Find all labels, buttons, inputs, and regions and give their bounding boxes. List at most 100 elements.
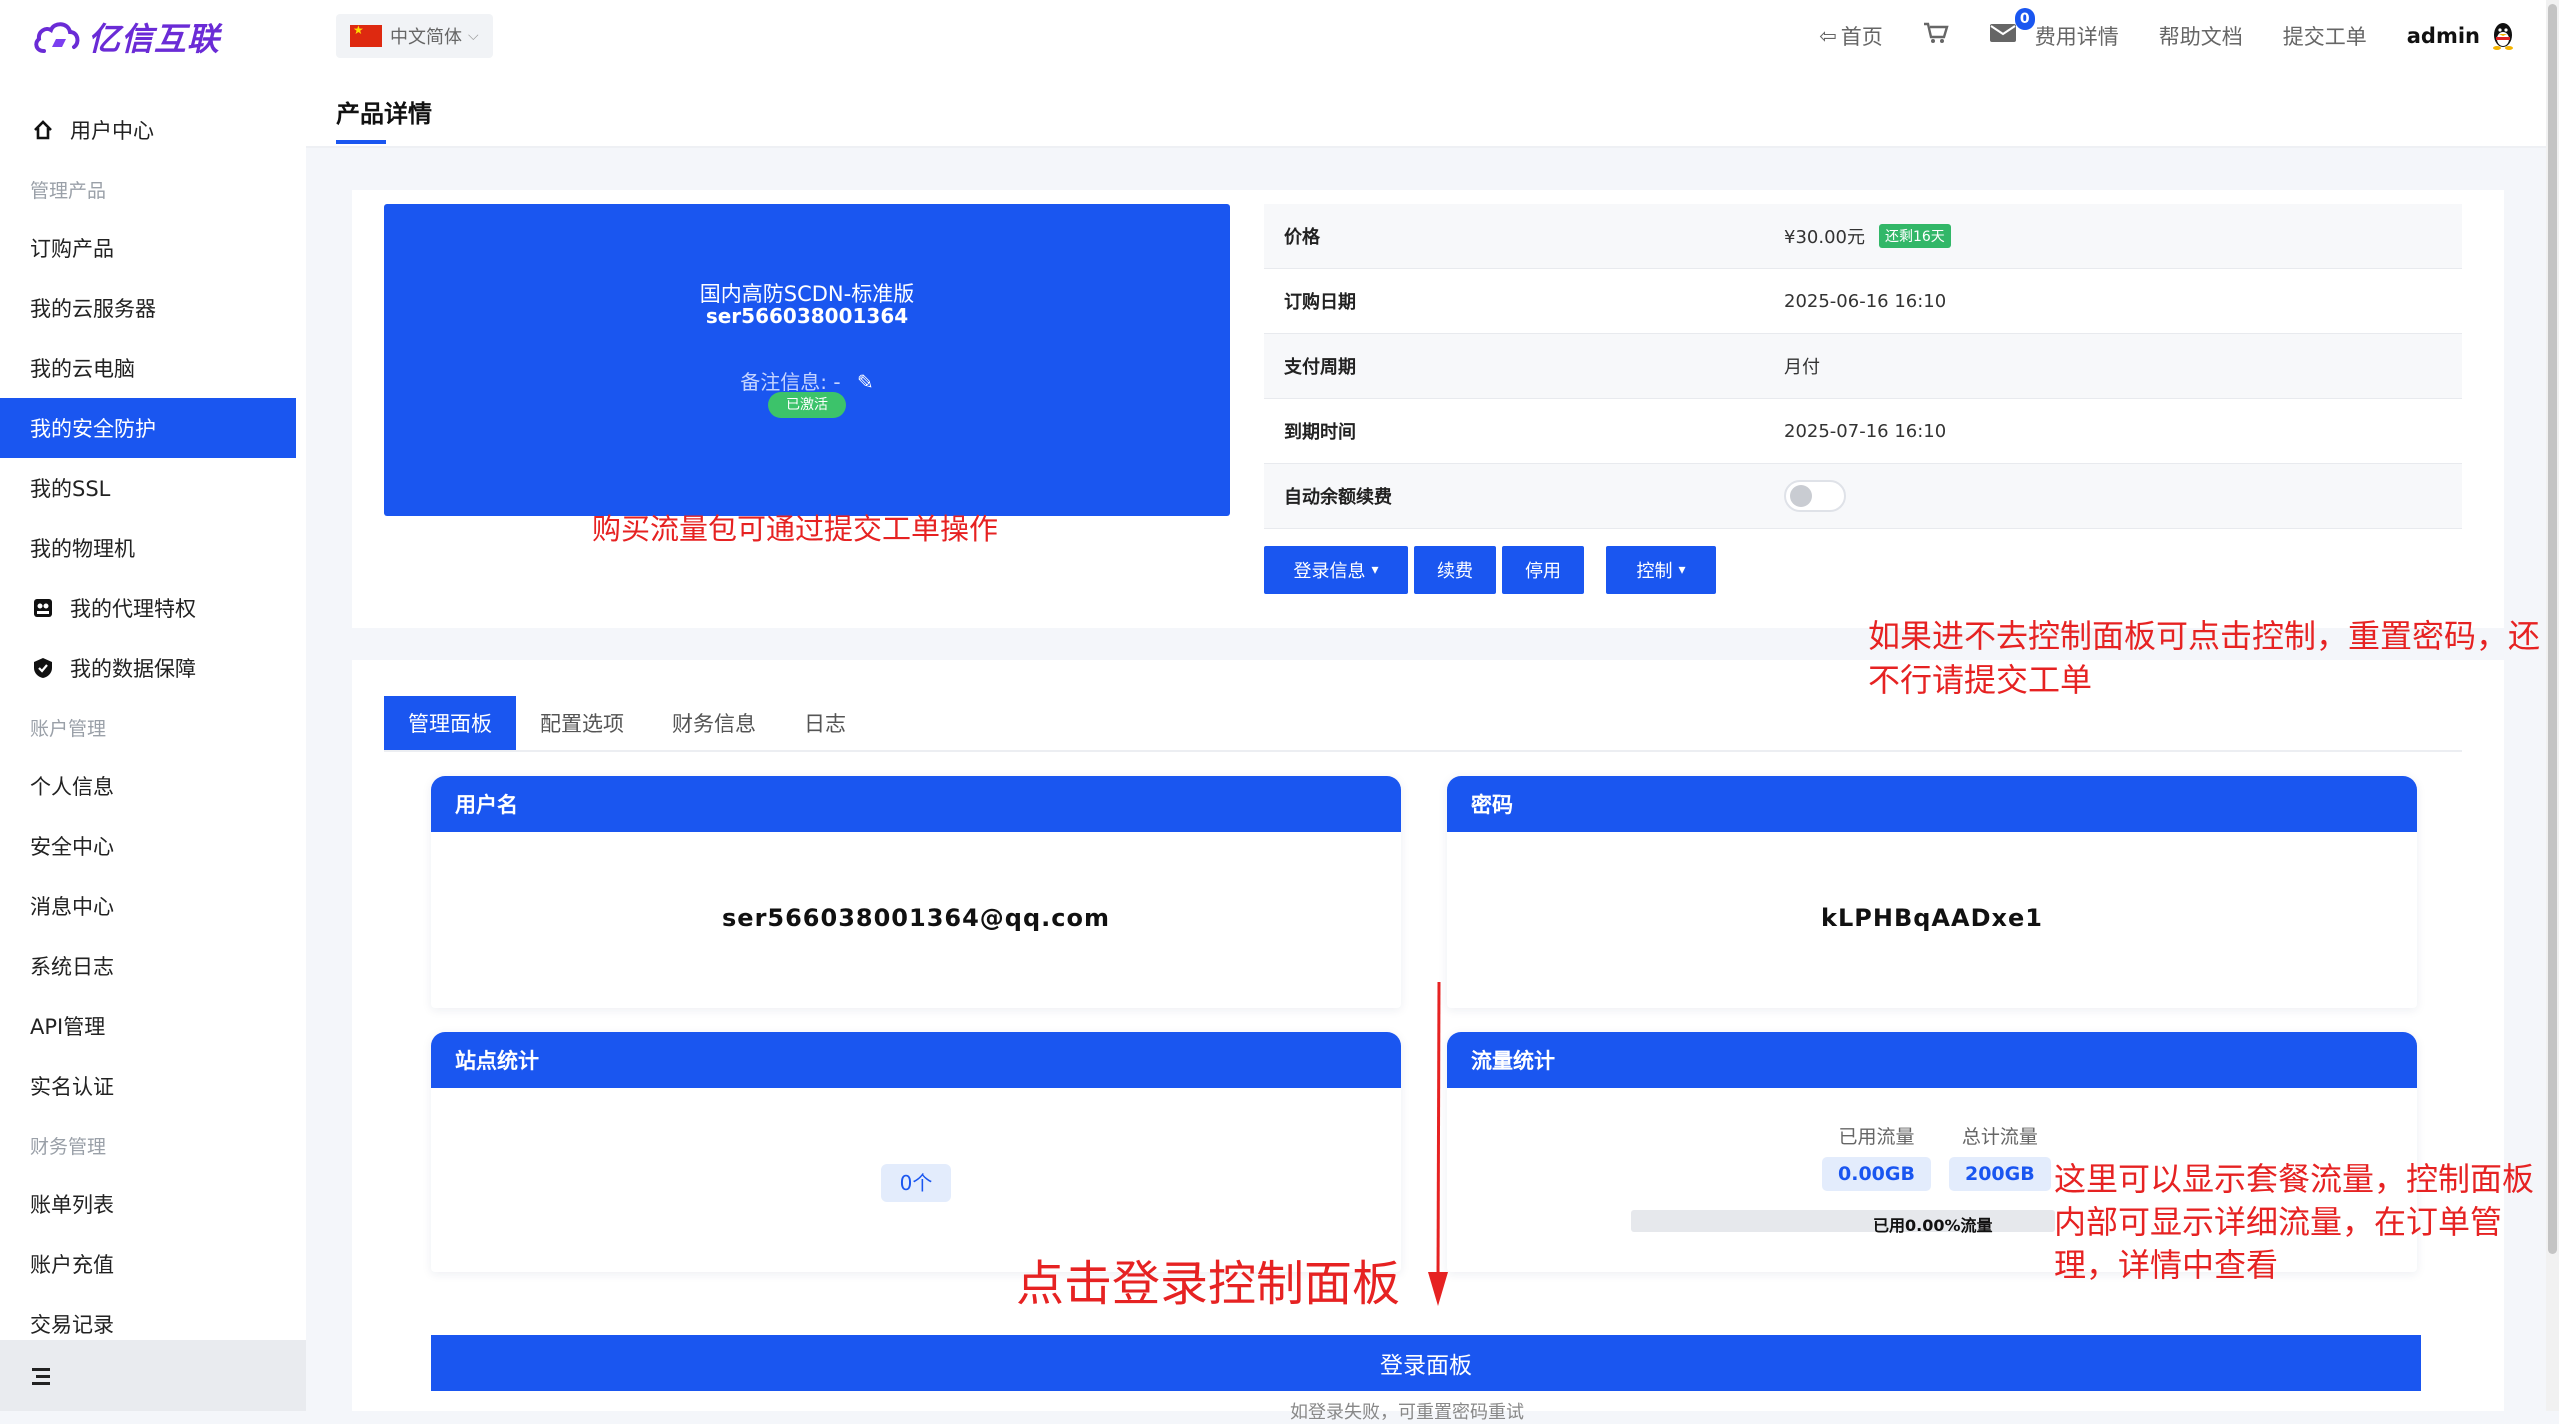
tab-logs[interactable]: 日志 [780, 696, 870, 750]
qq-penguin-icon [2493, 23, 2513, 50]
page-title: 产品详情 [336, 100, 432, 128]
annotation-arrow-icon [1428, 981, 1448, 1306]
sidebar-group-finance: 财务管理 [30, 1135, 107, 1158]
used-traffic-value: 0.00GB [1822, 1157, 1931, 1191]
nav-home-label: 首页 [1840, 25, 1883, 49]
autorenew-value [1784, 480, 1846, 512]
used-traffic-label: 已用流量 [1838, 1126, 1915, 1148]
brand-logo[interactable]: 亿信互联 [32, 6, 220, 68]
nav-billing[interactable]: 费用详情 [2035, 21, 2119, 51]
remaining-days-badge: 还剩16天 [1878, 224, 1951, 248]
price: ¥30.00元 [1784, 227, 1865, 248]
disable-button[interactable]: 停用 [1502, 546, 1584, 594]
menu-collapse-icon [32, 1367, 50, 1385]
sidebar-item-verification[interactable]: 实名认证 [0, 1056, 306, 1116]
annotation-traffic-help: 这里可以显示套餐流量，控制面板内部可显示详细流量，在订单管理，详情中查看 [2054, 1160, 2535, 1284]
info-row-price: 价格 ¥30.00元 还剩16天 [1264, 204, 2462, 269]
sidebar-item-agent-privileges[interactable]: 我的代理特权 [0, 578, 306, 638]
chevron-down-icon: ⌵ [468, 28, 479, 44]
sidebar: 亿信互联 用户中心 管理产品 订购产品 我的云服务器 我的云电脑 我的安全防护 … [0, 0, 306, 1411]
sidebar-item-user-center[interactable]: 用户中心 [0, 100, 306, 160]
autorenew-label: 自动余额续费 [1284, 487, 1392, 508]
back-arrow-icon: ⇦ [1819, 24, 1837, 48]
login-panel-button[interactable]: 登录面板 [431, 1335, 2421, 1391]
nav-home[interactable]: ⇦ 首页 [1819, 21, 1883, 51]
info-row-order-date: 订购日期 2025-06-16 16:10 [1264, 269, 2462, 334]
agent-icon [30, 595, 56, 621]
nav-ticket[interactable]: 提交工单 [2283, 21, 2367, 51]
tab-management-panel[interactable]: 管理面板 [384, 696, 516, 750]
sidebar-item-label: 我的数据保障 [70, 657, 196, 681]
password-panel-title: 密码 [1447, 776, 2417, 832]
status-badge: 已激活 [768, 392, 846, 418]
edit-pencil-icon[interactable]: ✎ [857, 370, 874, 394]
sidebar-item-security-center[interactable]: 安全中心 [0, 816, 306, 876]
sidebar-item-label: 用户中心 [70, 119, 154, 143]
password-value[interactable]: kLPHBqAADxe1 [1447, 904, 2417, 932]
china-flag-icon [350, 23, 382, 47]
sidebar-menu: 用户中心 管理产品 订购产品 我的云服务器 我的云电脑 我的安全防护 我的SSL… [0, 100, 306, 1354]
login-info-button[interactable]: 登录信息 ▾ [1264, 546, 1408, 594]
info-row-autorenew: 自动余额续费 [1264, 464, 2462, 529]
control-button[interactable]: 控制 ▾ [1606, 546, 1716, 594]
sidebar-item-physical-machines[interactable]: 我的物理机 [0, 518, 306, 578]
mail-button[interactable]: 0 [1989, 8, 2035, 50]
username-value[interactable]: ser566038001364@qq.com [431, 904, 1401, 932]
sidebar-group-products: 管理产品 [30, 179, 107, 202]
language-label: 中文简体 [390, 27, 462, 48]
login-hint: 如登录失败，可重置密码重试 [1290, 1402, 1524, 1423]
price-label: 价格 [1284, 227, 1320, 248]
sidebar-item-cloud-servers[interactable]: 我的云服务器 [0, 278, 306, 338]
sidebar-item-bills[interactable]: 账单列表 [0, 1174, 306, 1234]
site-count: 0个 [881, 1164, 951, 1202]
sidebar-item-order-products[interactable]: 订购产品 [0, 218, 306, 278]
sidebar-collapse-button[interactable] [0, 1340, 306, 1411]
order-date-label: 订购日期 [1284, 292, 1356, 313]
cycle-label: 支付周期 [1284, 357, 1356, 378]
expire-value: 2025-07-16 16:10 [1784, 420, 1947, 442]
language-selector[interactable]: 中文简体 ⌵ [336, 14, 493, 58]
sidebar-item-cloud-desktops[interactable]: 我的云电脑 [0, 338, 306, 398]
cycle-value: 月付 [1784, 357, 1820, 378]
sidebar-item-label: 我的代理特权 [70, 597, 196, 621]
autorenew-toggle[interactable] [1784, 480, 1846, 512]
sidebar-item-system-logs[interactable]: 系统日志 [0, 936, 306, 996]
message-count-badge: 0 [2014, 8, 2035, 30]
product-id: ser566038001364 [705, 304, 909, 328]
chevron-down-icon: ▾ [1371, 562, 1379, 578]
tab-bar: 管理面板 配置选项 财务信息 日志 [384, 696, 870, 750]
user-menu[interactable]: admin [2407, 21, 2516, 51]
tab-divider [384, 750, 2462, 752]
remark-label: 备注信息: - [740, 370, 841, 394]
price-value: ¥30.00元 还剩16天 [1784, 223, 1951, 249]
traffic-stats: 已用流量 0.00GB 总计流量 200GB [1822, 1122, 2069, 1191]
username-label: admin [2406, 24, 2480, 48]
sites-panel-title: 站点统计 [431, 1032, 1401, 1088]
sidebar-item-messages[interactable]: 消息中心 [0, 876, 306, 936]
nav-docs[interactable]: 帮助文档 [2159, 21, 2243, 51]
order-date-value: 2025-06-16 16:10 [1784, 290, 1947, 312]
info-row-cycle: 支付周期 月付 [1264, 334, 2462, 399]
sidebar-item-profile[interactable]: 个人信息 [0, 756, 306, 816]
sidebar-item-data-protection[interactable]: 我的数据保障 [0, 638, 306, 698]
title-underline [336, 140, 386, 144]
cloud-logo-icon [34, 22, 80, 53]
top-header: 中文简体 ⌵ ⇦ 首页 0 费用详情 帮助文档 提交工单 admin [306, 0, 2546, 73]
total-traffic: 总计流量 200GB [1948, 1122, 2051, 1191]
brand-name: 亿信互联 [88, 20, 221, 58]
sidebar-item-ssl[interactable]: 我的SSL [0, 458, 306, 518]
chevron-down-icon: ▾ [1678, 562, 1686, 578]
scrollbar-thumb[interactable] [2548, 4, 2557, 1254]
sidebar-item-recharge[interactable]: 账户充值 [0, 1234, 306, 1294]
renew-button[interactable]: 续费 [1414, 546, 1496, 594]
sidebar-item-security-protection[interactable]: 我的安全防护 [0, 398, 296, 458]
username-panel-title: 用户名 [431, 776, 1401, 832]
product-summary: 国内高防SCDN-标准版 ser566038001364 备注信息: - ✎ 已… [384, 204, 1230, 516]
login-info-label: 登录信息 [1293, 561, 1366, 582]
total-traffic-value: 200GB [1948, 1157, 2051, 1191]
sidebar-item-api[interactable]: API管理 [0, 996, 306, 1056]
traffic-progress-label: 已用0.00%流量 [1873, 1216, 1993, 1235]
cart-icon[interactable] [1923, 21, 1949, 51]
tab-config-options[interactable]: 配置选项 [516, 696, 648, 750]
tab-finance-info[interactable]: 财务信息 [648, 696, 780, 750]
